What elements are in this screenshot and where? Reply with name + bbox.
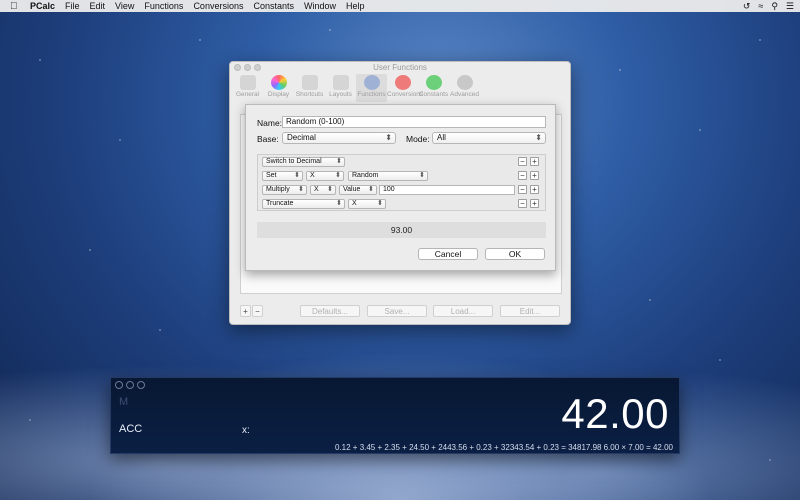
- step-4-register-select[interactable]: X: [348, 199, 386, 209]
- calc-close-button[interactable]: [115, 381, 123, 389]
- wifi-icon[interactable]: ≈: [758, 1, 763, 11]
- add-function-button[interactable]: +: [240, 305, 251, 317]
- gear-icon: [456, 75, 473, 90]
- result-display: 93.00: [257, 222, 546, 238]
- conversions-icon: [394, 75, 411, 90]
- edit-function-sheet: Name: Random (0-100) Base: Decimal Mode:…: [245, 104, 556, 271]
- menu-constants[interactable]: Constants: [253, 1, 294, 11]
- step-1-add-button[interactable]: +: [530, 157, 539, 166]
- tab-label: Display: [267, 91, 290, 98]
- step-2-operation-select[interactable]: Set: [262, 171, 303, 181]
- calculator-window: M ACC x: 42.00 0.12 + 3.45 + 2.35 + 24.5…: [110, 377, 680, 454]
- base-label: Base:: [257, 134, 279, 144]
- tab-label: Shortcuts: [295, 91, 324, 98]
- save-button[interactable]: Save...: [367, 305, 427, 317]
- functions-icon: [363, 75, 380, 90]
- step-3-value-field[interactable]: 100: [379, 185, 515, 195]
- window-title: User Functions: [373, 63, 427, 72]
- tab-layouts[interactable]: Layouts: [325, 74, 356, 102]
- step-2-argument-select[interactable]: Random: [348, 171, 428, 181]
- cancel-button[interactable]: Cancel: [418, 248, 478, 260]
- list-icon[interactable]: ☰: [786, 1, 794, 12]
- tab-label: Functions: [357, 91, 386, 98]
- step-3-operation-select[interactable]: Multiply: [262, 185, 307, 195]
- memory-label: M: [119, 396, 129, 408]
- zoom-button[interactable]: [254, 64, 261, 71]
- menu-bar:  PCalc File Edit View Functions Convers…: [0, 0, 800, 12]
- paper-tape-sum: 0.12 + 3.45 + 2.35 + 24.50 + 2443.56 + 0…: [335, 443, 602, 452]
- menu-pcalc[interactable]: PCalc: [30, 1, 55, 11]
- window-titlebar: User Functions: [230, 62, 570, 74]
- mode-select[interactable]: All: [432, 132, 546, 144]
- menu-functions[interactable]: Functions: [144, 1, 183, 11]
- tab-conversions[interactable]: Conversions: [387, 74, 423, 102]
- step-3-register-select[interactable]: X: [310, 185, 336, 195]
- step-3-argument-select[interactable]: Value: [339, 185, 377, 195]
- edit-button[interactable]: Edit...: [500, 305, 560, 317]
- ok-button[interactable]: OK: [485, 248, 545, 260]
- menu-view[interactable]: View: [115, 1, 134, 11]
- acc-label: ACC: [119, 423, 143, 435]
- tab-label: Advanced: [450, 91, 479, 98]
- window-controls: [234, 64, 264, 71]
- step-2-remove-button[interactable]: −: [518, 171, 527, 180]
- load-button[interactable]: Load...: [433, 305, 493, 317]
- menu-window[interactable]: Window: [304, 1, 336, 11]
- layouts-grid-icon: [332, 75, 349, 90]
- tab-general[interactable]: General: [232, 74, 263, 102]
- display-color-wheel-icon: [270, 75, 287, 90]
- remove-function-button[interactable]: −: [252, 305, 263, 317]
- prefs-toolbar: General Display Shortcuts Layouts Functi…: [230, 74, 570, 102]
- name-label: Name:: [257, 118, 283, 128]
- calc-zoom-button[interactable]: [137, 381, 145, 389]
- step-3-add-button[interactable]: +: [530, 185, 539, 194]
- mode-label: Mode:: [406, 134, 430, 144]
- tab-constants[interactable]: Constants: [418, 74, 449, 102]
- close-button[interactable]: [234, 64, 241, 71]
- tab-functions[interactable]: Functions: [356, 74, 387, 102]
- tab-shortcuts[interactable]: Shortcuts: [294, 74, 325, 102]
- general-icon: [239, 75, 256, 90]
- name-field[interactable]: Random (0-100): [282, 116, 546, 128]
- x-register-label: x:: [242, 425, 250, 436]
- menu-edit[interactable]: Edit: [90, 1, 106, 11]
- base-select[interactable]: Decimal: [282, 132, 396, 144]
- calc-window-controls: [115, 381, 148, 389]
- paper-tape-product: 6.00 × 7.00 = 42.00: [603, 443, 673, 452]
- tab-label: General: [235, 91, 260, 98]
- apple-icon[interactable]: : [10, 1, 24, 12]
- main-display: 42.00: [561, 390, 669, 437]
- tab-display[interactable]: Display: [263, 74, 294, 102]
- menu-conversions[interactable]: Conversions: [193, 1, 243, 11]
- tab-label: Constants: [418, 91, 449, 98]
- calc-minimize-button[interactable]: [126, 381, 134, 389]
- step-4-add-button[interactable]: +: [530, 199, 539, 208]
- menu-help[interactable]: Help: [346, 1, 365, 11]
- defaults-button[interactable]: Defaults...: [300, 305, 360, 317]
- step-1-remove-button[interactable]: −: [518, 157, 527, 166]
- step-4-operation-select[interactable]: Truncate: [262, 199, 345, 209]
- step-4-remove-button[interactable]: −: [518, 199, 527, 208]
- step-1-operation-select[interactable]: Switch to Decimal: [262, 157, 345, 167]
- constants-icon: [425, 75, 442, 90]
- status-area: ↺ ≈ ⚲ ☰: [735, 0, 794, 12]
- minimize-button[interactable]: [244, 64, 251, 71]
- prefs-bottom-bar: + − Defaults... Save... Load... Edit...: [240, 305, 562, 319]
- step-2-register-select[interactable]: X: [306, 171, 344, 181]
- tab-advanced[interactable]: Advanced: [449, 74, 480, 102]
- function-steps-list: Switch to Decimal − + Set X Random − + M…: [257, 154, 546, 211]
- search-icon[interactable]: ⚲: [771, 1, 778, 12]
- tab-label: Layouts: [329, 91, 352, 98]
- time-machine-icon[interactable]: ↺: [743, 1, 751, 12]
- keyboard-icon: [301, 75, 318, 90]
- step-3-remove-button[interactable]: −: [518, 185, 527, 194]
- menu-file[interactable]: File: [65, 1, 80, 11]
- step-2-add-button[interactable]: +: [530, 171, 539, 180]
